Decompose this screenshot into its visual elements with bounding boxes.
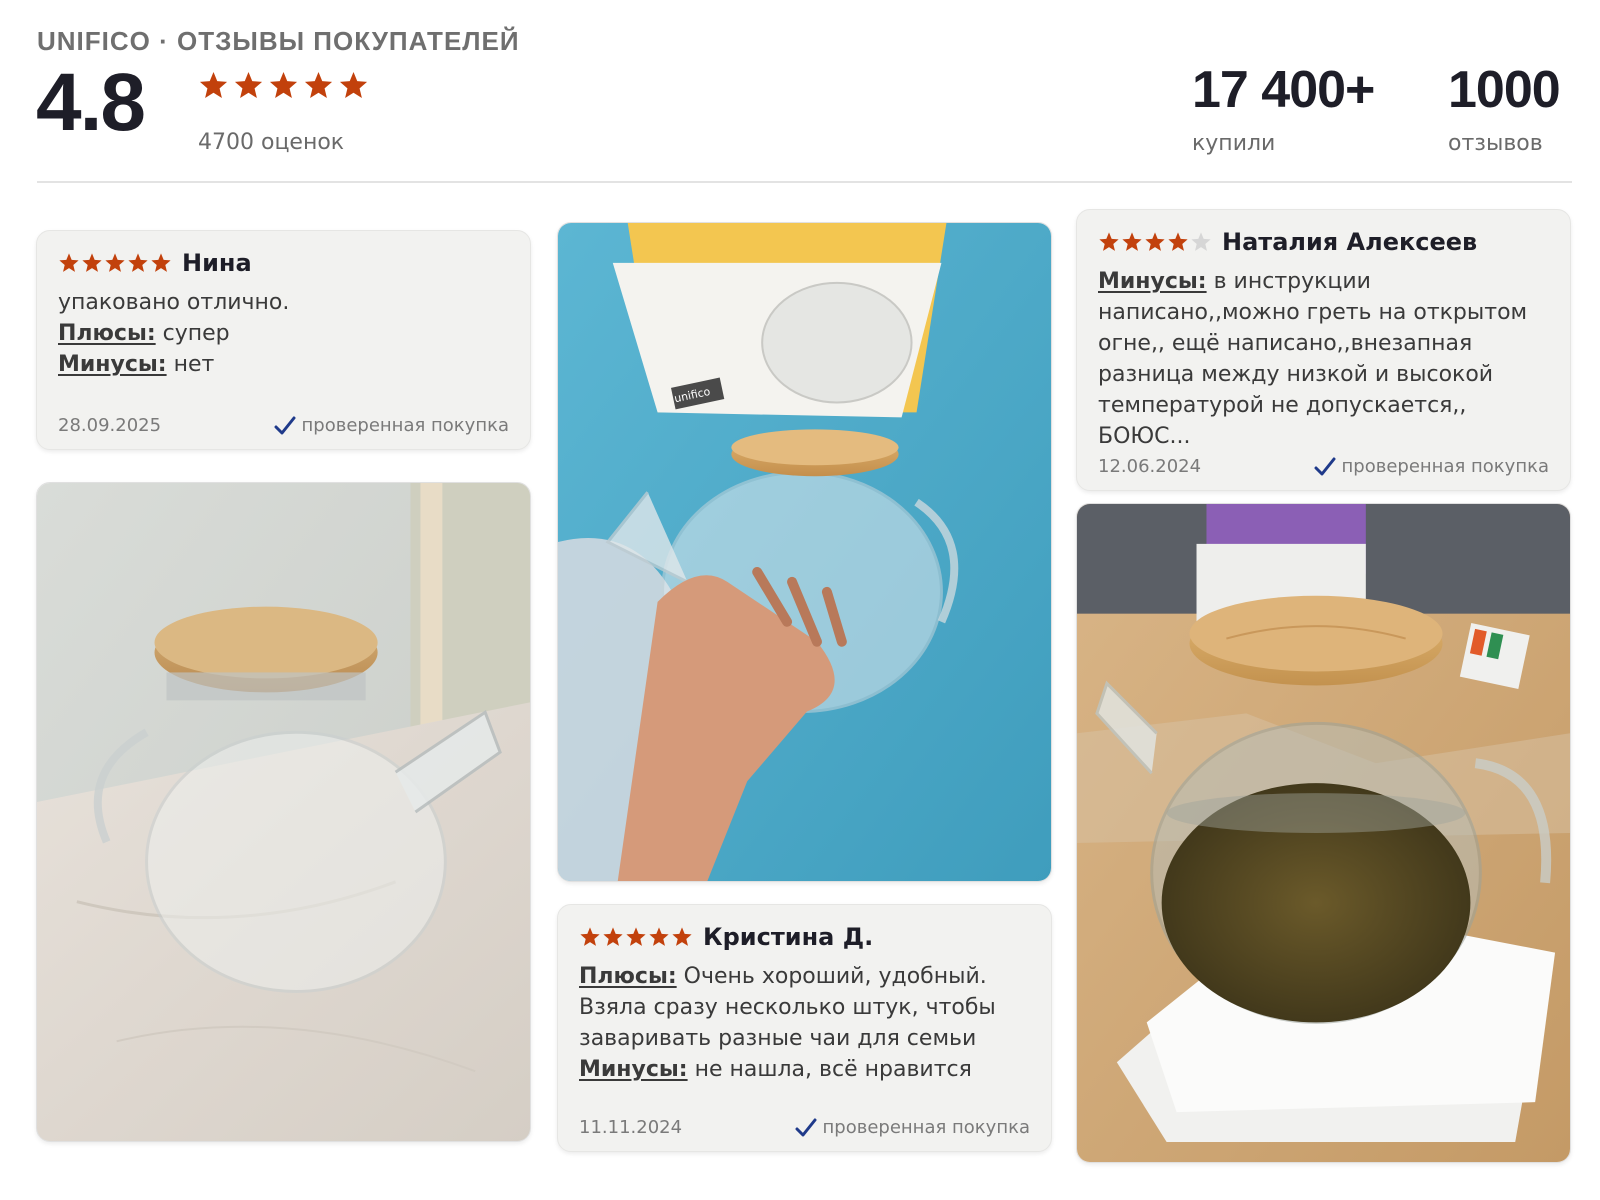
- stat-reviews-label: отзывов: [1448, 131, 1543, 157]
- star-filled-icon: [1167, 231, 1189, 253]
- brand-title: UNIFICO · ОТЗЫВЫ ПОКУПАТЕЛЕЙ: [37, 26, 520, 56]
- star-filled-icon: [625, 926, 647, 948]
- review-date: 28.09.2025: [58, 415, 162, 436]
- star-filled-icon: [1144, 231, 1166, 253]
- review-text: Плюсы: Очень хороший, удобный. Взяла сра…: [579, 961, 1030, 1085]
- review-card[interactable]: Нина упаковано отлично. Плюсы: супер Мин…: [36, 230, 531, 450]
- star-filled-icon: [104, 252, 126, 274]
- review-stars: [1098, 231, 1212, 253]
- star-filled-icon: [579, 926, 601, 948]
- star-filled-icon: [198, 70, 229, 101]
- review-line: Плюсы: супер: [58, 318, 509, 349]
- star-filled-icon: [602, 926, 624, 948]
- review-photo-teapot-empty[interactable]: [36, 482, 531, 1142]
- average-rating: 4.8: [36, 57, 146, 148]
- header-divider: [37, 181, 1572, 183]
- review-line: Минусы: не нашла, всё нравится: [579, 1054, 1030, 1085]
- verified-badge: проверенная покупка: [274, 415, 509, 436]
- cons-label: Минусы:: [58, 352, 167, 377]
- verified-badge: проверенная покупка: [795, 1117, 1030, 1138]
- review-card[interactable]: Кристина Д. Плюсы: Очень хороший, удобны…: [557, 904, 1052, 1152]
- stat-reviews: 1000 отзывов: [1448, 61, 1561, 157]
- stat-bought-value: 17 400+: [1192, 61, 1375, 119]
- review-text: Минусы: в инструкции написано,,можно гре…: [1098, 266, 1549, 452]
- teapot-photo: unifico: [558, 223, 1051, 881]
- pros-label: Плюсы:: [579, 964, 677, 989]
- cons-label: Минусы:: [579, 1057, 688, 1082]
- verified-label: проверенная покупка: [1341, 456, 1549, 477]
- review-author: Наталия Алексеев: [1222, 228, 1478, 256]
- review-line-text: супер: [155, 321, 230, 346]
- review-line: Минусы: нет: [58, 349, 509, 380]
- star-filled-icon: [58, 252, 80, 274]
- star-filled-icon: [648, 926, 670, 948]
- review-stars: [58, 252, 172, 274]
- check-icon: [274, 416, 296, 436]
- review-date: 11.11.2024: [579, 1117, 683, 1138]
- review-stars: [579, 926, 693, 948]
- review-card[interactable]: Наталия Алексеев Минусы: в инструкции на…: [1076, 209, 1571, 491]
- verified-badge: проверенная покупка: [1314, 456, 1549, 477]
- check-icon: [795, 1118, 817, 1138]
- review-line-text: в инструкции написано,,можно греть на от…: [1098, 269, 1528, 449]
- review-text: упаковано отлично. Плюсы: супер Минусы: …: [58, 287, 509, 380]
- review-line: Плюсы: Очень хороший, удобный. Взяла сра…: [579, 961, 1030, 1054]
- star-filled-icon: [81, 252, 103, 274]
- teapot-photo: [37, 483, 530, 1141]
- review-photo-teapot-tea[interactable]: [1076, 503, 1571, 1163]
- check-icon: [1314, 457, 1336, 477]
- star-filled-icon: [1121, 231, 1143, 253]
- stat-reviews-value: 1000: [1448, 61, 1561, 119]
- rating-stars: [198, 70, 369, 101]
- star-filled-icon: [671, 926, 693, 948]
- pros-label: Плюсы:: [58, 321, 156, 346]
- review-line-text: не нашла, всё нравится: [687, 1057, 972, 1082]
- review-author: Нина: [182, 249, 252, 277]
- review-line-text: упаковано отлично.: [58, 290, 290, 315]
- rating-count: 4700 оценок: [198, 130, 345, 155]
- star-filled-icon: [303, 70, 334, 101]
- review-photo-teapot-hand[interactable]: unifico: [557, 222, 1052, 882]
- star-filled-icon: [1098, 231, 1120, 253]
- cons-label: Минусы:: [1098, 269, 1207, 294]
- review-date: 12.06.2024: [1098, 456, 1202, 477]
- verified-label: проверенная покупка: [301, 415, 509, 436]
- star-empty-icon: [1190, 231, 1212, 253]
- stat-bought-label: купили: [1192, 131, 1276, 157]
- star-filled-icon: [150, 252, 172, 274]
- review-line: упаковано отлично.: [58, 287, 509, 318]
- teapot-photo: [1077, 504, 1570, 1162]
- review-line: Минусы: в инструкции написано,,можно гре…: [1098, 266, 1549, 452]
- star-filled-icon: [127, 252, 149, 274]
- verified-label: проверенная покупка: [822, 1117, 1030, 1138]
- review-author: Кристина Д.: [703, 923, 874, 951]
- star-filled-icon: [233, 70, 264, 101]
- stat-bought: 17 400+ купили: [1192, 61, 1375, 157]
- star-filled-icon: [338, 70, 369, 101]
- review-line-text: нет: [166, 352, 215, 377]
- star-filled-icon: [268, 70, 299, 101]
